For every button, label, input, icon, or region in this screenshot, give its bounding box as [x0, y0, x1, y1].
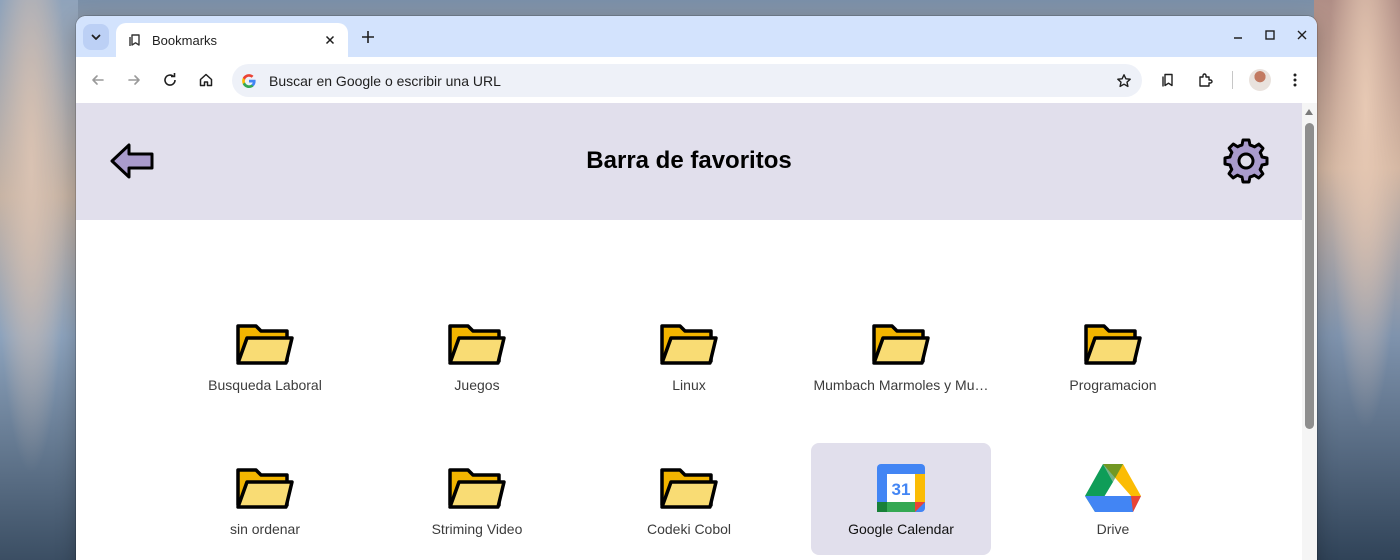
omnibox-text: Buscar en Google o escribir una URL: [269, 72, 501, 89]
folder-icon: [235, 319, 295, 369]
bookmark-label: Drive: [1096, 521, 1130, 537]
calendar-date-text: 31: [892, 480, 911, 499]
tab-close-button[interactable]: [322, 32, 338, 48]
more-vert-icon: [1293, 73, 1297, 87]
bookmark-label: Programacion: [1069, 377, 1157, 393]
folder-icon: [235, 463, 295, 513]
plus-icon: [362, 31, 374, 43]
new-tab-button[interactable]: [357, 26, 379, 48]
puzzle-icon: [1199, 73, 1213, 87]
toolbar: Buscar en Google o escribir una URL: [76, 57, 1317, 103]
bookmark-folder[interactable]: Juegos: [387, 299, 567, 411]
extensions-button[interactable]: [1193, 68, 1217, 92]
bookmark-label: Mumbach Marmoles y Mu…: [813, 377, 989, 393]
bookmark-folder[interactable]: Programacion: [1023, 299, 1203, 411]
scroll-up-arrow[interactable]: [1305, 109, 1313, 115]
bookmarks-icon: [1162, 73, 1173, 87]
bookmark-label: Linux: [672, 377, 706, 393]
bookmark-label: Striming Video: [431, 521, 523, 537]
tab-strip: Bookmarks: [76, 16, 1317, 57]
browser-window: Bookmarks Buscar en Google o escribir un…: [76, 16, 1317, 560]
forward-nav-button[interactable]: [122, 68, 146, 92]
star-icon: [1117, 73, 1131, 87]
back-nav-button[interactable]: [86, 68, 110, 92]
bookmark-link[interactable]: Drive: [1023, 443, 1203, 555]
close-window-button[interactable]: [1293, 26, 1311, 44]
close-icon: [325, 35, 335, 45]
maximize-button[interactable]: [1261, 26, 1279, 44]
folder-icon: [447, 319, 507, 369]
bookmark-star-button[interactable]: [1112, 69, 1136, 93]
page-header: Barra de favoritos: [76, 103, 1302, 220]
maximize-icon: [1265, 30, 1275, 40]
page-content: Barra de favoritos Busqueda Laboral Juego…: [76, 103, 1317, 560]
folder-icon: [1083, 319, 1143, 369]
settings-button[interactable]: [1222, 137, 1270, 185]
bookmark-folder[interactable]: Codeki Cobol: [599, 443, 779, 555]
google-drive-icon: [1083, 463, 1143, 513]
tab-title: Bookmarks: [152, 32, 218, 48]
toolbar-divider: [1232, 71, 1233, 89]
bookmark-label: sin ordenar: [229, 521, 301, 537]
bookmark-folder[interactable]: Mumbach Marmoles y Mu…: [811, 299, 991, 411]
folder-icon: [659, 319, 719, 369]
bookmark-folder[interactable]: sin ordenar: [175, 443, 355, 555]
bookmark-folder[interactable]: Busqueda Laboral: [175, 299, 355, 411]
bookmark-label: Juegos: [454, 377, 500, 393]
desktop-wallpaper-right: [1314, 0, 1400, 560]
minimize-icon: [1234, 37, 1242, 39]
window-controls: [1229, 26, 1311, 44]
tab-bookmarks[interactable]: Bookmarks: [116, 23, 348, 57]
reload-button[interactable]: [158, 68, 182, 92]
omnibox[interactable]: Buscar en Google o escribir una URL: [232, 64, 1142, 97]
gear-icon: [1223, 138, 1269, 184]
home-icon: [199, 73, 213, 87]
minimize-button[interactable]: [1229, 26, 1247, 44]
bookmark-link[interactable]: 31 Google Calendar: [811, 443, 991, 555]
folder-icon: [871, 319, 931, 369]
profile-avatar[interactable]: [1249, 69, 1271, 91]
reading-list-button[interactable]: [1156, 68, 1180, 92]
bookmark-folder[interactable]: Striming Video: [387, 443, 567, 555]
page-title: Barra de favoritos: [586, 147, 792, 174]
reload-icon: [164, 73, 176, 86]
folder-icon: [659, 463, 719, 513]
menu-button[interactable]: [1283, 68, 1307, 92]
bookmarks-icon: [129, 34, 140, 46]
bookmark-label: Codeki Cobol: [646, 521, 732, 537]
google-calendar-icon: 31: [871, 463, 931, 513]
close-icon: [1297, 30, 1307, 40]
bookmark-label: Busqueda Laboral: [208, 377, 322, 393]
folder-icon: [447, 463, 507, 513]
bookmark-label: Google Calendar: [848, 521, 954, 537]
arrow-right-icon: [128, 75, 140, 85]
bookmark-folder[interactable]: Linux: [599, 299, 779, 411]
scrollbar-thumb[interactable]: [1305, 123, 1314, 429]
desktop-wallpaper-left: [0, 0, 78, 560]
arrow-left-icon: [92, 75, 104, 85]
scrollbar[interactable]: [1302, 103, 1317, 560]
google-logo-icon: [242, 73, 256, 88]
home-button[interactable]: [194, 68, 218, 92]
chevron-down-icon: [91, 34, 101, 40]
tab-search-button[interactable]: [83, 24, 109, 50]
